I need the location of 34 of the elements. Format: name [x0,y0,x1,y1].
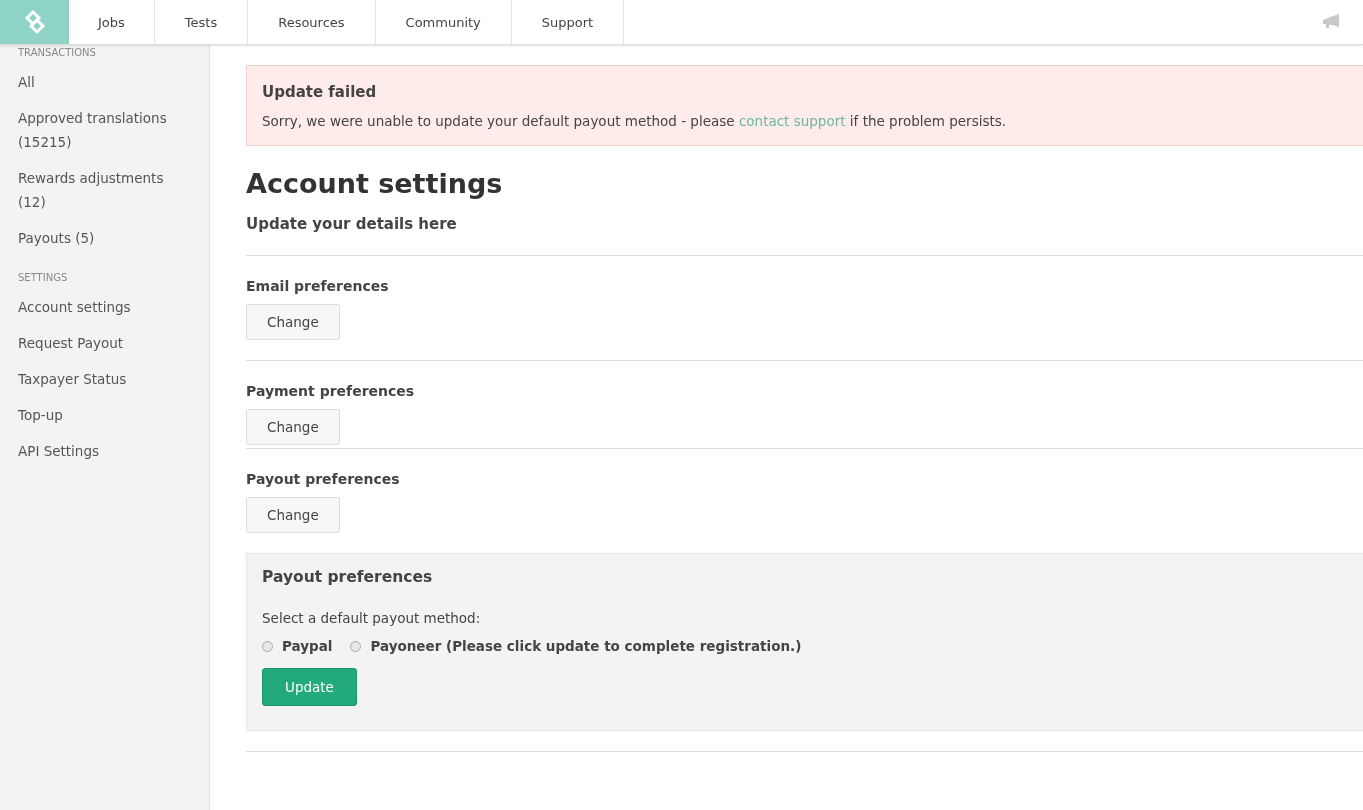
nav-tab[interactable]: Community [374,0,511,44]
section-title: Payout preferences [246,471,401,487]
section-title: Email preferences [246,278,390,294]
sidebar-heading: TRANSACTIONS [18,47,97,58]
logo[interactable] [0,0,69,44]
radio-label[interactable]: Paypal [282,638,333,654]
radio-label[interactable]: Payoneer (Please click update to complete registration.) [370,638,802,654]
payout-prompt: Select a default payout method: [262,610,482,626]
section-title: Payment preferences [246,383,416,399]
alert-title: Update failed [262,83,378,101]
change-button[interactable]: Change [246,497,340,533]
megaphone-icon[interactable] [1321,14,1341,30]
sidebar-item[interactable]: Top-up [18,403,191,427]
sidebar-heading: SETTINGS [18,272,69,283]
sidebar-item[interactable]: Rewards adjustments (12) [18,166,191,214]
page-title: Account settings [246,168,504,199]
change-button[interactable]: Change [246,304,340,340]
sidebar-item[interactable]: Payouts (5) [18,226,191,250]
radio-button[interactable] [350,640,362,652]
sidebar-item[interactable]: Approved translations (15215) [18,106,191,154]
sidebar-item[interactable]: Account settings [18,295,191,319]
page-subtitle: Update your details here [246,215,458,233]
sidebar-item[interactable]: Taxpayer Status [18,367,191,391]
nav-tab[interactable]: Jobs [69,0,154,44]
nav-tab[interactable]: Support [510,0,625,44]
panel-title: Payout preferences [262,568,434,586]
alert-message: Sorry, we were unable to update your default payout method - please contact support if the problem persists. [262,113,1008,129]
sidebar-item[interactable]: API Settings [18,439,191,463]
change-button[interactable]: Change [246,409,340,445]
sidebar-item[interactable]: All [18,70,191,94]
radio-button[interactable] [262,640,273,652]
sidebar-item[interactable]: Request Payout [18,331,191,355]
nav-tab[interactable]: Tests [153,0,248,44]
nav-tab[interactable]: Resources [247,0,375,44]
